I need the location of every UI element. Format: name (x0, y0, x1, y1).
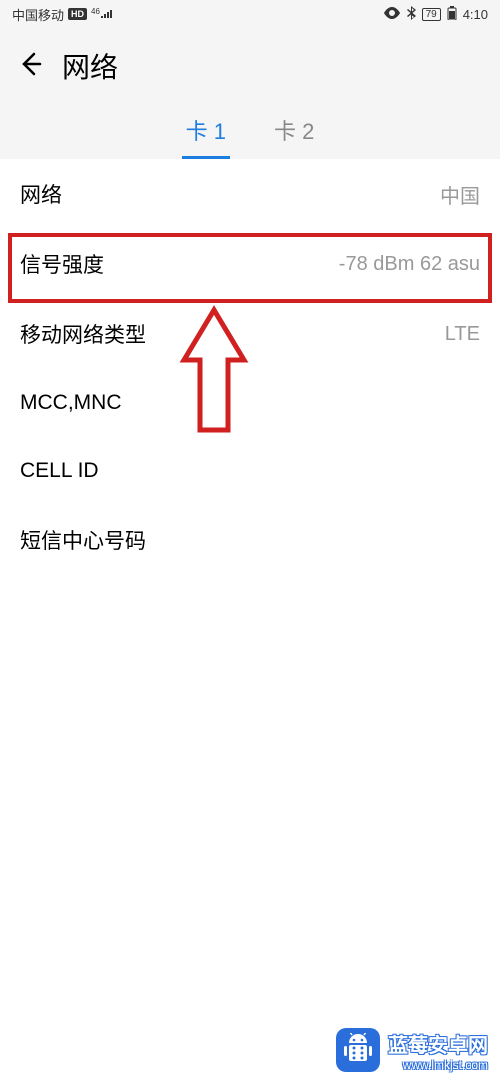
row-network-type[interactable]: 移动网络类型 LTE (0, 299, 500, 369)
row-label: CELL ID (20, 459, 99, 483)
signal-bars-icon (100, 8, 114, 20)
row-label: 移动网络类型 (20, 319, 146, 349)
carrier-label: 中国移动 (12, 5, 64, 24)
status-left: 中国移动 HD 46 (12, 5, 114, 24)
row-value: LTE (445, 323, 480, 346)
tab-sim1[interactable]: 卡 1 (182, 108, 230, 159)
row-label: 网络 (20, 179, 62, 209)
watermark-logo-icon (336, 1028, 380, 1072)
header: 网络 (0, 28, 500, 98)
row-value: 中国 (440, 180, 480, 209)
bluetooth-icon (406, 6, 416, 23)
row-label: 短信中心号码 (20, 525, 146, 555)
page-title: 网络 (62, 46, 118, 86)
row-mcc-mnc[interactable]: MCC,MNC (0, 369, 500, 437)
sim-tabs: 卡 1 卡 2 (0, 98, 500, 159)
row-smsc[interactable]: 短信中心号码 (0, 505, 500, 575)
info-list: 网络 中国 信号强度 -78 dBm 62 asu 移动网络类型 LTE MCC… (0, 159, 500, 575)
watermark-url: www.lmkjst.com (403, 1058, 488, 1072)
row-label: 信号强度 (20, 249, 104, 279)
row-value: -78 dBm 62 asu (339, 253, 480, 276)
watermark-text: 蓝莓安卓网 www.lmkjst.com (388, 1029, 488, 1072)
watermark-title: 蓝莓安卓网 (388, 1029, 488, 1058)
back-arrow-icon[interactable] (16, 51, 42, 82)
time-label: 4:10 (463, 7, 488, 22)
tab-sim2[interactable]: 卡 2 (270, 108, 318, 159)
status-right: 79 4:10 (384, 6, 488, 23)
status-bar: 中国移动 HD 46 79 4:10 (0, 0, 500, 28)
battery-icon (447, 6, 457, 23)
row-network[interactable]: 网络 中国 (0, 159, 500, 229)
row-label: MCC,MNC (20, 391, 121, 415)
network-4g-label: 46 (91, 8, 114, 20)
row-signal-strength[interactable]: 信号强度 -78 dBm 62 asu (0, 229, 500, 299)
watermark: 蓝莓安卓网 www.lmkjst.com (336, 1028, 488, 1072)
eye-icon (384, 7, 400, 22)
battery-level: 79 (422, 8, 441, 21)
row-cell-id[interactable]: CELL ID (0, 437, 500, 505)
hd-badge: HD (68, 8, 87, 20)
